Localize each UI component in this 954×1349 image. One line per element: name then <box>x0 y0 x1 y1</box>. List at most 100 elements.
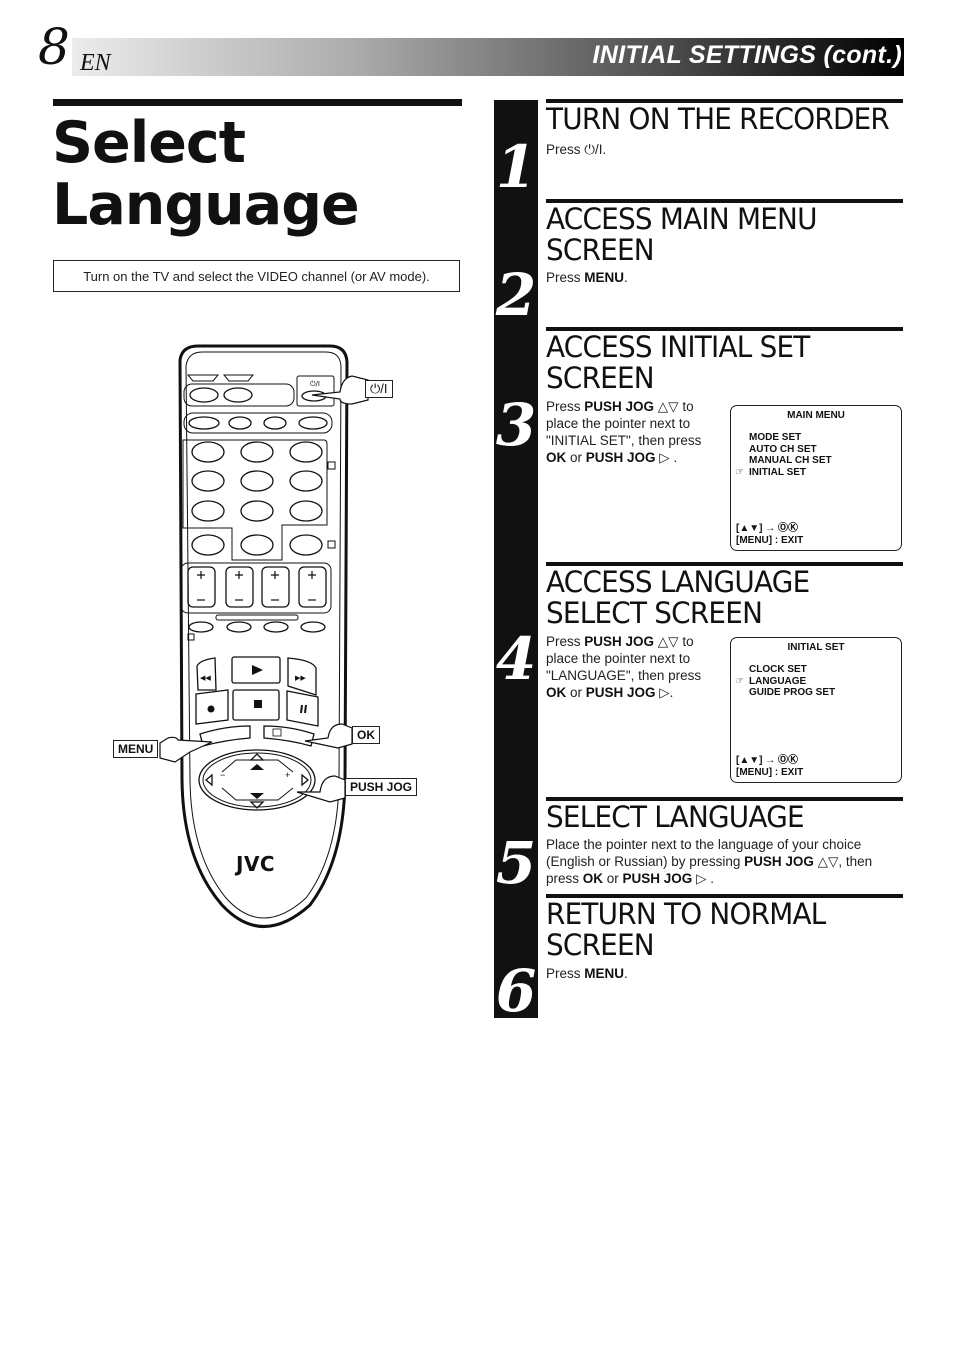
step-6-body: Press MENU. <box>546 965 628 982</box>
osd-footer: [▲▼] → ⓄⓀ [MENU] : EXIT <box>736 523 803 546</box>
step-4-body: Press PUSH JOG △▽ to place the pointer n… <box>546 633 716 701</box>
key-name: OK <box>546 685 567 700</box>
step-6-heading: RETURN TO NORMAL SCREEN <box>546 897 826 962</box>
callout-ok: OK <box>352 726 380 744</box>
osd-footer-nav: [▲▼] → ⓄⓀ <box>736 755 799 766</box>
body-text: . <box>624 270 628 285</box>
osd-item: AUTO CH SET <box>749 444 832 456</box>
up-down-arrows-icon: △▽ <box>654 634 683 649</box>
pointer-icon: ☞ <box>735 675 744 687</box>
key-name: OK <box>582 871 604 886</box>
osd-item: GUIDE PROG SET <box>749 687 835 699</box>
svg-text:▶▶: ▶▶ <box>295 675 306 682</box>
osd-title: INITIAL SET <box>787 642 845 653</box>
key-name: MENU <box>584 270 625 285</box>
step-number-2: 2 <box>495 261 537 329</box>
step-3-body: Press PUSH JOG △▽ to place the pointer n… <box>546 398 716 466</box>
body-text: Press <box>546 142 585 157</box>
key-name: PUSH JOG <box>584 634 655 649</box>
heading-line: SCREEN <box>546 928 655 962</box>
osd-title: MAIN MENU <box>787 410 845 421</box>
body-text: Press <box>546 634 585 649</box>
page-title: Select Language <box>52 110 360 238</box>
step-3-heading: ACCESS INITIAL SET SCREEN <box>546 332 810 394</box>
step-4-heading: ACCESS LANGUAGE SELECT SCREEN <box>546 565 810 630</box>
key-name: PUSH JOG <box>744 854 814 869</box>
callout-menu: MENU <box>113 740 159 758</box>
brand-logo: JVC <box>236 852 276 876</box>
step-2-heading: ACCESS MAIN MENU SCREEN <box>546 204 817 266</box>
key-name: OK <box>546 450 567 465</box>
body-text: . <box>624 966 628 981</box>
note-text: Turn on the TV and select the VIDEO chan… <box>83 268 430 284</box>
osd-item-label: LANGUAGE <box>749 675 807 687</box>
power-icon: ⏻/I <box>584 142 603 157</box>
language-code: EN <box>80 50 111 76</box>
body-text: Press <box>546 270 585 285</box>
body-text: Press <box>546 966 585 981</box>
key-name: MENU <box>584 966 625 981</box>
step-number-4: 4 <box>495 625 537 693</box>
heading-line: SELECT SCREEN <box>546 596 763 630</box>
note-box: Turn on the TV and select the VIDEO chan… <box>53 260 460 292</box>
heading-line: ACCESS LANGUAGE <box>546 565 810 599</box>
osd-items: CLOCK SET ☞ LANGUAGE GUIDE PROG SET <box>735 664 835 699</box>
osd-footer: [▲▼] → ⓄⓀ [MENU] : EXIT <box>736 755 803 778</box>
svg-text:⏻/I: ⏻/I <box>310 380 320 388</box>
osd-item-label: MANUAL CH SET <box>749 455 832 466</box>
page-number: 8 <box>38 18 70 76</box>
section-title: INITIAL SETTINGS (cont.) <box>592 41 902 69</box>
osd-footer-exit: [MENU] : EXIT <box>736 534 804 546</box>
right-arrow-icon: ▷ . <box>655 450 678 465</box>
body-text: or <box>566 685 586 700</box>
svg-text:◀◀: ◀◀ <box>200 675 211 682</box>
body-text: or <box>566 450 586 465</box>
heading-line: ACCESS MAIN MENU <box>546 202 817 236</box>
title-rule <box>53 99 462 106</box>
osd-item-selected: ☞ INITIAL SET <box>735 466 832 479</box>
body-text: or <box>603 871 623 886</box>
osd-item: CLOCK SET <box>749 664 835 676</box>
osd-main-menu: MAIN MENU MODE SET AUTO CH SET MANUAL CH… <box>730 405 902 551</box>
heading-line: RETURN TO NORMAL <box>546 897 826 931</box>
osd-item-label: AUTO CH SET <box>749 443 817 455</box>
step-1-body: Press ⏻/I. <box>546 141 606 158</box>
callout-power: ⏻/I <box>365 380 393 398</box>
osd-item-selected: ☞ LANGUAGE <box>735 675 835 688</box>
svg-text:−: − <box>220 770 225 780</box>
osd-item: MODE SET <box>749 432 832 444</box>
heading-line: SCREEN <box>546 233 655 267</box>
key-name: PUSH JOG <box>584 399 655 414</box>
osd-item-label: GUIDE PROG SET <box>749 687 836 698</box>
key-name: PUSH JOG <box>585 450 656 465</box>
page-title-line1: Select <box>52 110 246 176</box>
osd-item: MANUAL CH SET <box>749 455 832 467</box>
page-title-line2: Language <box>52 172 360 238</box>
step-5-heading: SELECT LANGUAGE <box>546 800 805 834</box>
step-2-body: Press MENU. <box>546 269 628 286</box>
osd-initial-set: INITIAL SET CLOCK SET ☞ LANGUAGE GUIDE PR… <box>730 637 902 783</box>
osd-footer-exit: [MENU] : EXIT <box>736 766 804 778</box>
body-text: . <box>602 142 607 157</box>
up-down-arrows-icon: △▽ <box>654 399 683 414</box>
osd-item-label: INITIAL SET <box>749 466 807 478</box>
callout-push-jog: PUSH JOG <box>345 778 418 796</box>
heading-line: ACCESS INITIAL SET <box>546 330 810 364</box>
right-arrow-icon: ▷ . <box>692 871 714 886</box>
step-number-6: 6 <box>495 957 537 1025</box>
step-number-5: 5 <box>495 829 537 897</box>
osd-footer-nav: [▲▼] → ⓄⓀ <box>736 523 799 534</box>
osd-item-label: CLOCK SET <box>749 664 807 675</box>
svg-text:+: + <box>285 770 290 780</box>
step-1-heading: TURN ON THE RECORDER <box>546 102 890 136</box>
key-name: PUSH JOG <box>622 871 693 886</box>
remote-control-illustration: ⏻/I ◀◀ ▶▶ − + <box>159 344 369 928</box>
key-name: PUSH JOG <box>585 685 656 700</box>
step-number-3: 3 <box>495 391 537 459</box>
step-5-body: Place the pointer next to the language o… <box>546 836 896 887</box>
osd-items: MODE SET AUTO CH SET MANUAL CH SET ☞ INIT… <box>735 432 832 479</box>
pointer-icon: ☞ <box>735 466 744 478</box>
up-down-arrows-icon: △▽ <box>813 854 839 869</box>
heading-line: SCREEN <box>546 361 655 395</box>
step-number-1: 1 <box>495 133 537 201</box>
